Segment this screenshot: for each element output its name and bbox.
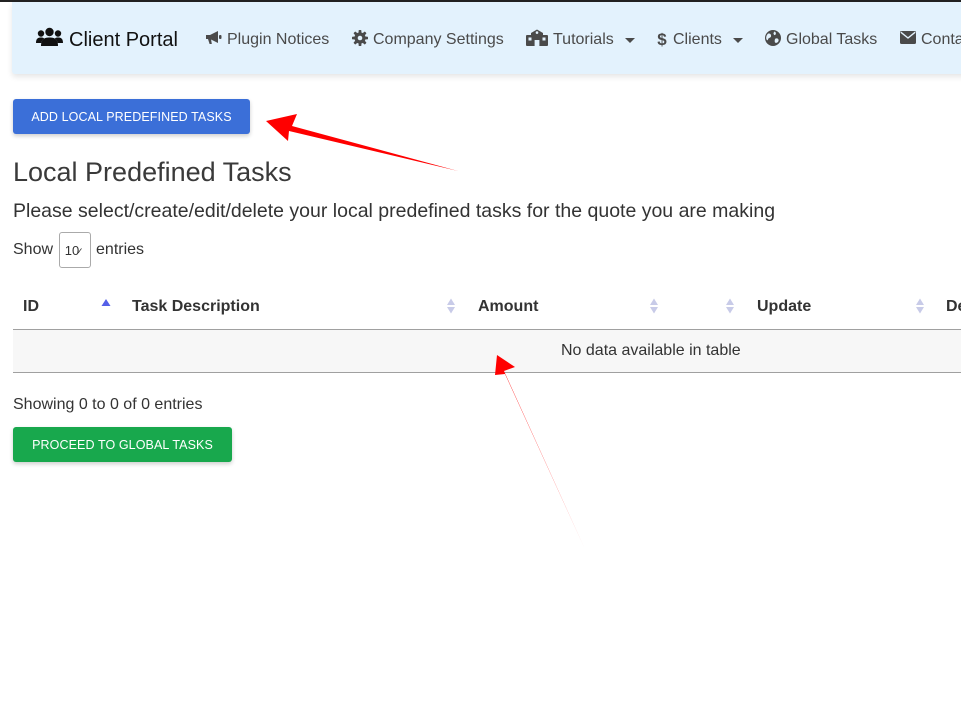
- nav-item-contact[interactable]: Conta: [900, 29, 961, 51]
- nav-item-label: Conta: [921, 31, 961, 48]
- chevron-down-icon: ✓: [76, 246, 84, 256]
- nav-item-tutorials[interactable]: Tutorials: [526, 29, 635, 51]
- column-header-delete[interactable]: De: [946, 292, 961, 322]
- sort-ascending-icon[interactable]: [101, 298, 111, 314]
- megaphone-icon: [205, 30, 222, 50]
- table-info: Showing 0 to 0 of 0 entries: [13, 396, 203, 413]
- nav-item-label: Tutorials: [553, 31, 614, 48]
- sort-both-icon[interactable]: [446, 298, 456, 314]
- globe-icon: [765, 29, 781, 51]
- page-subtitle: Please select/create/edit/delete your lo…: [13, 200, 776, 222]
- top-navbar: Client Portal Plugin Notices Company Set…: [12, 2, 961, 74]
- chevron-down-icon: [732, 37, 743, 43]
- sort-both-icon[interactable]: [725, 298, 735, 314]
- nav-item-label: Plugin Notices: [227, 31, 330, 48]
- add-local-predefined-tasks-button[interactable]: ADD LOCAL PREDEFINED TASKS: [13, 99, 250, 134]
- length-menu-suffix: entries: [96, 241, 145, 258]
- brand[interactable]: Client Portal: [36, 26, 178, 54]
- nav-item-label: Company Settings: [373, 31, 504, 48]
- proceed-to-global-tasks-button[interactable]: PROCEED TO GLOBAL TASKS: [13, 427, 232, 462]
- page-title: Local Predefined Tasks: [13, 157, 292, 187]
- nav-item-clients[interactable]: $ Clients: [656, 29, 743, 51]
- sort-both-icon[interactable]: [915, 298, 925, 314]
- gear-icon: [352, 29, 368, 51]
- sort-both-icon[interactable]: [649, 298, 659, 314]
- column-header-amount[interactable]: Amount: [478, 292, 538, 322]
- annotation-arrow-empty-table: [495, 355, 584, 547]
- envelope-icon: [900, 31, 916, 49]
- column-header-task-description[interactable]: Task Description: [132, 292, 260, 322]
- column-header-id[interactable]: ID: [23, 292, 39, 322]
- users-icon: [36, 27, 63, 53]
- length-menu: Show 10 ✓ entries: [13, 231, 144, 269]
- nav-item-company-settings[interactable]: Company Settings: [352, 29, 504, 51]
- nav-item-label: Global Tasks: [786, 31, 878, 48]
- column-header-update[interactable]: Update: [757, 292, 811, 322]
- entries-per-page-select[interactable]: 10 ✓: [59, 232, 92, 268]
- table-bottom-divider: [13, 372, 961, 373]
- chevron-down-icon: [624, 37, 635, 43]
- annotation-arrow-add-button: [266, 114, 458, 171]
- nav-item-plugin-notices[interactable]: Plugin Notices: [205, 29, 329, 51]
- table-empty-message: No data available in table: [561, 342, 741, 359]
- nav-item-global-tasks[interactable]: Global Tasks: [765, 29, 877, 51]
- brand-label: Client Portal: [69, 28, 178, 51]
- school-icon: [526, 29, 548, 51]
- table-row: [13, 330, 961, 372]
- dollar-icon: $: [657, 30, 667, 49]
- nav-item-label: Clients: [673, 31, 722, 48]
- length-menu-prefix: Show: [13, 241, 54, 258]
